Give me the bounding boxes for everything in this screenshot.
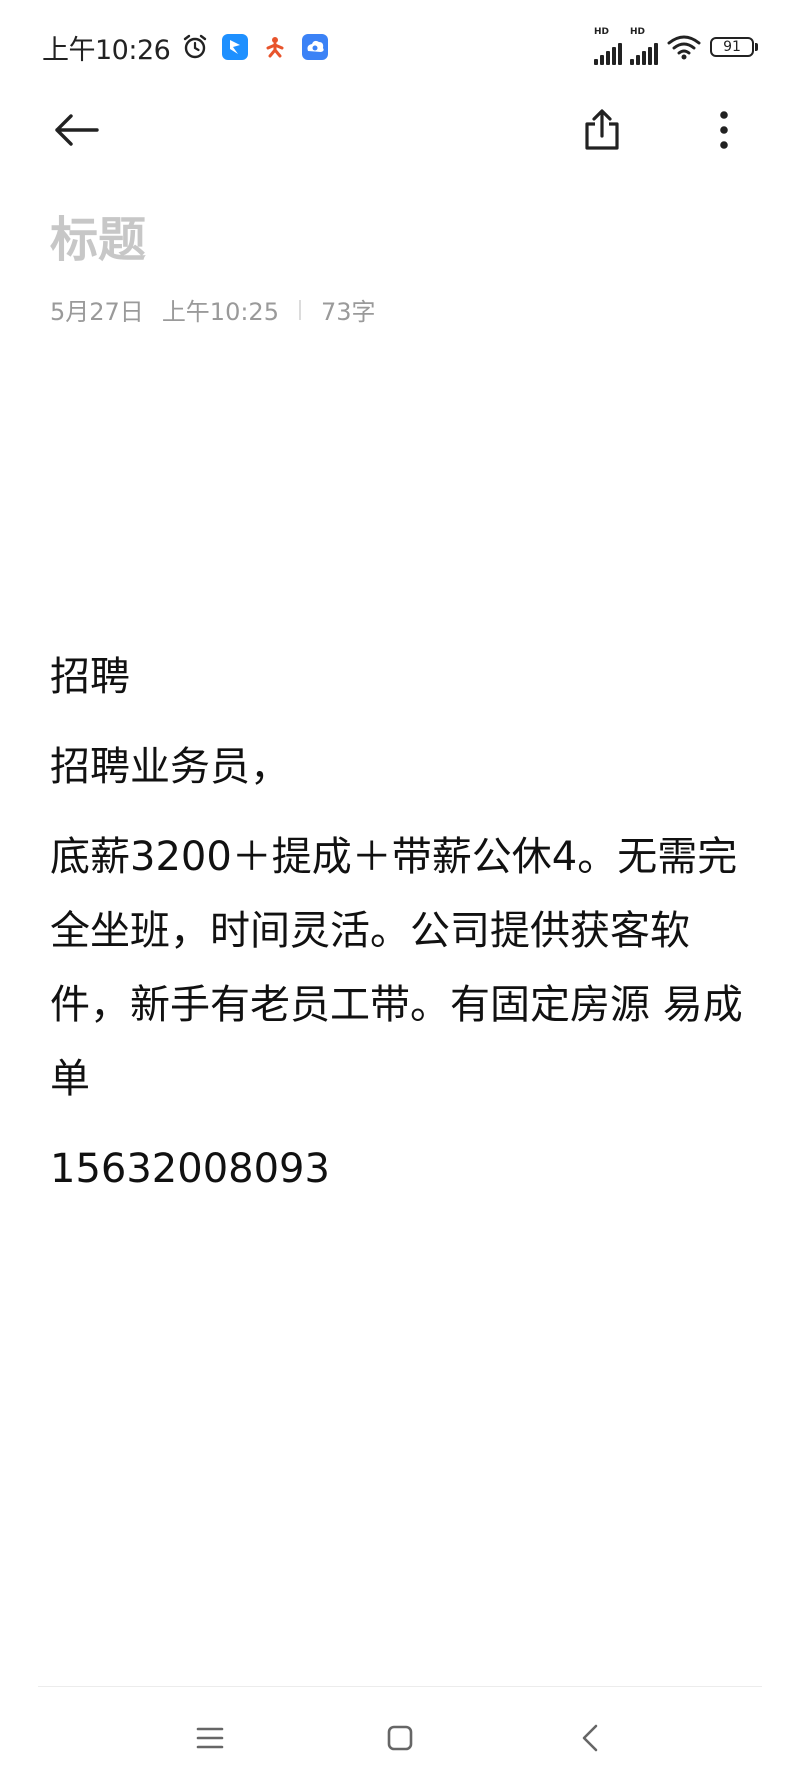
toolbar-actions [572,100,754,160]
home-button[interactable] [380,1718,420,1758]
note-paragraph: 底薪3200＋提成＋带薪公休4。无需完全坐班，时间灵活。公司提供获客软件，新手有… [50,834,743,1102]
more-vertical-icon [720,111,728,149]
note-paragraph: 招聘 [50,654,130,700]
note-title-input[interactable]: 标题 [50,200,146,270]
signal-icon: HD [594,27,622,65]
note-toolbar [46,92,754,168]
share-icon [585,109,619,150]
note-meta: 5月27日 上午10:25 73字 [50,292,376,327]
word-count: 73字 [320,298,376,326]
note-body[interactable]: 招聘 招聘业务员， 底薪3200＋提成＋带薪公休4。无需完全坐班，时间灵活。公司… [50,640,750,1222]
system-nav-bar [0,1700,800,1776]
note-date: 5月27日 [50,298,144,326]
battery-level: 91 [710,37,754,57]
back-chevron-icon [582,1724,598,1752]
alarm-icon [180,32,210,62]
system-back-button[interactable] [570,1718,610,1758]
status-right: HD HD 91 [594,27,758,65]
note-paragraph: 招聘业务员， [50,744,290,790]
more-button[interactable] [694,100,754,160]
arrow-left-icon [55,114,99,146]
meta-divider [298,299,301,320]
cloud-eye-app-icon [300,32,330,62]
red-figure-app-icon [260,32,290,62]
blue-bird-app-icon [220,32,250,62]
nav-divider [38,1686,762,1687]
note-paragraph: 15632008093 [50,1146,330,1192]
share-button[interactable] [572,100,632,160]
status-bar: 上午10:26 HD HD 91 [42,24,758,70]
note-time: 上午10:25 [161,298,279,326]
wifi-icon [666,32,702,62]
home-square-icon [387,1725,413,1751]
signal-icon: HD [630,27,658,65]
back-button[interactable] [46,100,106,160]
recent-apps-button[interactable] [190,1718,230,1758]
status-left: 上午10:26 [42,28,330,67]
menu-icon [196,1727,224,1749]
battery-icon: 91 [710,37,758,57]
status-time: 上午10:26 [42,34,171,66]
